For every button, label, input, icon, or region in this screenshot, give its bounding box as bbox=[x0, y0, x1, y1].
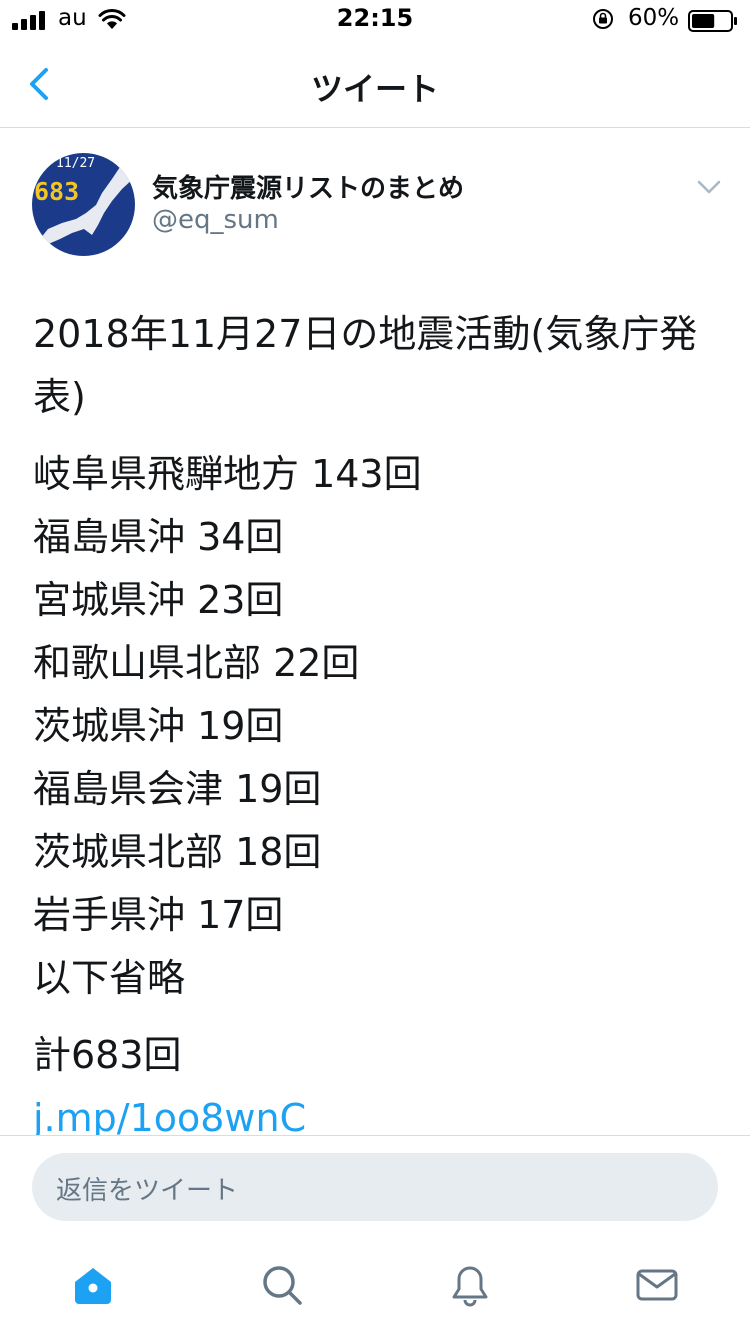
reply-placeholder: 返信をツイート bbox=[56, 1176, 239, 1206]
region-line: 以下省略 bbox=[33, 956, 186, 1000]
notifications-icon bbox=[452, 1266, 488, 1307]
region-line: 茨城県沖 19回 bbox=[33, 704, 284, 748]
region-line: 宮城県沖 23回 bbox=[33, 578, 284, 622]
battery-icon bbox=[688, 10, 737, 32]
nav-bar: ツイート bbox=[0, 40, 750, 128]
rotation-lock-icon bbox=[593, 9, 613, 29]
region-line: 岩手県沖 17回 bbox=[33, 893, 284, 937]
search-icon bbox=[263, 1266, 302, 1305]
status-bar: au 22:15 60% bbox=[0, 0, 750, 40]
page-title: ツイート bbox=[310, 70, 439, 108]
tab-messages[interactable] bbox=[634, 1262, 680, 1308]
avatar[interactable]: 11/27 683 bbox=[32, 153, 135, 256]
reply-bar: 返信をツイート bbox=[0, 1135, 750, 1230]
region-line: 福島県会津 19回 bbox=[33, 767, 322, 811]
tab-notifications[interactable] bbox=[447, 1262, 493, 1308]
avatar-count: 683 bbox=[34, 177, 79, 206]
total-count: 計683回 bbox=[33, 1033, 182, 1077]
author-name[interactable]: 気象庁震源リストのまとめ bbox=[152, 168, 464, 205]
chevron-down-icon[interactable] bbox=[696, 178, 722, 196]
region-line: 和歌山県北部 22回 bbox=[33, 641, 360, 685]
home-icon bbox=[75, 1268, 111, 1304]
tweet-text: 2018年11月27日の地震活動(気象庁発表) 岐阜県飛騨地方 143回 福島県… bbox=[33, 303, 723, 1150]
region-line: 岐阜県飛騨地方 143回 bbox=[33, 452, 422, 496]
messages-icon bbox=[636, 1269, 678, 1301]
tweet-headline: 2018年11月27日の地震活動(気象庁発表) bbox=[33, 312, 698, 419]
battery-percentage: 60% bbox=[628, 5, 680, 31]
tab-bar bbox=[0, 1232, 750, 1334]
region-line: 福島県沖 34回 bbox=[33, 515, 284, 559]
avatar-date: 11/27 bbox=[56, 156, 95, 171]
region-line: 茨城県北部 18回 bbox=[33, 830, 322, 874]
author-handle[interactable]: @eq_sum bbox=[152, 205, 279, 235]
reply-input[interactable]: 返信をツイート bbox=[32, 1153, 718, 1221]
tab-search[interactable] bbox=[259, 1262, 305, 1308]
tab-home[interactable] bbox=[70, 1262, 116, 1308]
